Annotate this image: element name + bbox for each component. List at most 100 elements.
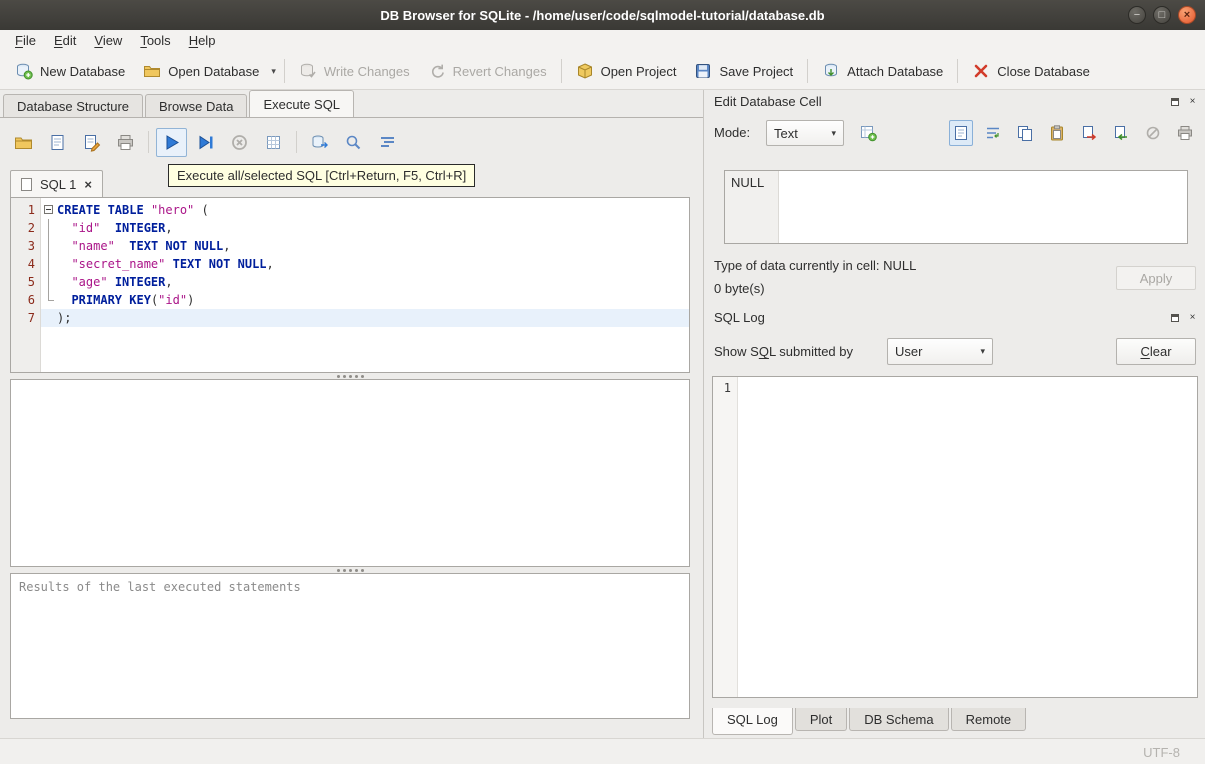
close-icon[interactable]: × xyxy=(1178,6,1196,24)
log-filter-combobox[interactable]: User ▾ xyxy=(887,338,993,365)
copy-icon[interactable] xyxy=(1013,120,1037,146)
log-text-area[interactable] xyxy=(738,377,1197,697)
format-sql-button[interactable] xyxy=(372,128,403,157)
cell-value-editor[interactable]: NULL xyxy=(724,170,1188,244)
fold-marker-icon[interactable] xyxy=(41,201,57,219)
export-cell-button[interactable] xyxy=(1077,120,1101,146)
tab-plot[interactable]: Plot xyxy=(794,708,848,731)
sql-document-tab[interactable]: SQL 1 × xyxy=(10,170,103,197)
cell-value: NULL xyxy=(731,175,765,190)
save-sql-as-button[interactable] xyxy=(76,128,107,157)
mode-label: Mode: xyxy=(714,125,751,140)
window-controls: − □ × xyxy=(1128,6,1196,24)
menu-view[interactable]: View xyxy=(85,30,131,53)
print-sql-button[interactable] xyxy=(110,128,141,157)
close-panel-icon[interactable]: × xyxy=(1186,95,1199,108)
fold-margin xyxy=(41,291,57,309)
sql-log-title: SQL Log xyxy=(714,310,765,325)
open-sql-file-button[interactable] xyxy=(8,128,39,157)
sql-document-tab-bar: SQL 1 × xyxy=(10,170,103,197)
write-changes-icon xyxy=(299,62,317,80)
tab-remote[interactable]: Remote xyxy=(950,708,1027,731)
apply-button: Apply xyxy=(1116,266,1196,290)
paste-icon[interactable] xyxy=(1045,120,1069,146)
sql-document-icon xyxy=(21,177,32,191)
results-grid-panel[interactable] xyxy=(10,379,690,567)
code-area[interactable]: CREATE TABLE "hero" ( "id" INTEGER, "nam… xyxy=(41,198,689,372)
menu-help[interactable]: Help xyxy=(180,30,225,53)
code-line-current: ); xyxy=(41,309,689,327)
set-null-button xyxy=(1141,120,1165,146)
close-panel-icon[interactable]: × xyxy=(1186,311,1199,324)
float-panel-icon[interactable] xyxy=(1168,95,1181,108)
open-database-button[interactable]: Open Database xyxy=(134,57,268,85)
sql-log-controls: Show SQL submitted by User ▾ Clear xyxy=(704,336,1205,368)
text-mode-button[interactable] xyxy=(949,120,973,146)
import-cell-button[interactable] xyxy=(1109,120,1133,146)
code-line: "id" INTEGER, xyxy=(41,219,689,237)
sql-toolbar-separator xyxy=(148,131,149,153)
sql-toolbar-separator xyxy=(296,131,297,153)
tab-browse-data[interactable]: Browse Data xyxy=(145,94,248,117)
toolbar-separator xyxy=(283,59,285,83)
cell-type-info: Type of data currently in cell: NULL xyxy=(714,258,917,273)
float-panel-icon[interactable] xyxy=(1168,311,1181,324)
auto-switch-mode-button[interactable] xyxy=(854,120,882,146)
main-tab-bar: Database Structure Browse Data Execute S… xyxy=(0,90,703,117)
tab-db-schema[interactable]: DB Schema xyxy=(849,708,949,731)
menubar: File Edit View Tools Help xyxy=(0,30,1205,53)
close-database-button[interactable]: Close Database xyxy=(963,57,1099,85)
sql-code-editor[interactable]: 1 2 3 4 5 6 7 CREATE TABLE "hero" ( "id"… xyxy=(10,197,690,373)
fold-margin xyxy=(41,255,57,273)
line-number: 4 xyxy=(27,257,35,271)
execution-log-panel[interactable]: Results of the last executed statements xyxy=(10,573,690,719)
maximize-icon[interactable]: □ xyxy=(1153,6,1171,24)
menu-tools[interactable]: Tools xyxy=(131,30,179,53)
new-database-icon xyxy=(15,62,33,80)
cell-editor-gutter: NULL xyxy=(725,171,779,243)
mode-combobox[interactable]: Text ▾ xyxy=(766,120,844,146)
clear-log-button[interactable]: Clear xyxy=(1116,338,1196,365)
attach-database-icon xyxy=(822,62,840,80)
tab-sql-log[interactable]: SQL Log xyxy=(712,708,793,735)
sql-log-header: SQL Log × xyxy=(704,306,1205,330)
chevron-down-icon: ▾ xyxy=(980,346,985,356)
log-line-number-gutter: 1 xyxy=(713,377,738,697)
statusbar: UTF-8 xyxy=(0,738,1205,764)
sql-log-area[interactable]: 1 xyxy=(712,376,1198,698)
code-line: CREATE TABLE "hero" ( xyxy=(41,201,689,219)
export-sql-button[interactable] xyxy=(304,128,335,157)
find-replace-button[interactable] xyxy=(338,128,369,157)
toolbar-separator xyxy=(807,59,809,83)
save-project-button[interactable]: Save Project xyxy=(685,57,802,85)
code-line: "secret_name" TEXT NOT NULL, xyxy=(41,255,689,273)
line-number-gutter: 1 2 3 4 5 6 7 xyxy=(11,198,41,372)
save-sql-file-button[interactable] xyxy=(42,128,73,157)
execute-line-button[interactable] xyxy=(190,128,221,157)
encoding-indicator: UTF-8 xyxy=(1143,745,1180,760)
execute-sql-page: Execute all/selected SQL [Ctrl+Return, F… xyxy=(0,117,703,738)
edit-cell-toolbar: Mode: Text ▾ xyxy=(704,116,1205,150)
tab-database-structure[interactable]: Database Structure xyxy=(3,94,144,117)
open-database-icon xyxy=(143,62,161,80)
dock-tab-bar: SQL Log Plot DB Schema Remote xyxy=(712,708,1028,735)
line-number: 1 xyxy=(27,203,35,217)
tooltip: Execute all/selected SQL [Ctrl+Return, F… xyxy=(168,164,476,187)
word-wrap-button[interactable] xyxy=(981,120,1005,146)
save-results-button[interactable] xyxy=(258,128,289,157)
execute-all-button[interactable] xyxy=(156,127,187,157)
log-filter-value: User xyxy=(895,344,923,359)
open-database-dropdown-icon[interactable]: ▾ xyxy=(268,61,279,82)
attach-database-button[interactable]: Attach Database xyxy=(813,57,952,85)
open-project-button[interactable]: Open Project xyxy=(567,57,686,85)
close-database-icon xyxy=(972,62,990,80)
menu-edit[interactable]: Edit xyxy=(45,30,85,53)
fold-margin xyxy=(41,309,57,327)
tab-close-icon[interactable]: × xyxy=(84,177,92,192)
new-database-button[interactable]: New Database xyxy=(6,57,134,85)
tab-execute-sql[interactable]: Execute SQL xyxy=(249,90,355,117)
menu-file[interactable]: File xyxy=(6,30,45,53)
minimize-icon[interactable]: − xyxy=(1128,6,1146,24)
cell-editor-text-area[interactable] xyxy=(779,171,1187,243)
print-cell-button[interactable] xyxy=(1173,120,1197,146)
